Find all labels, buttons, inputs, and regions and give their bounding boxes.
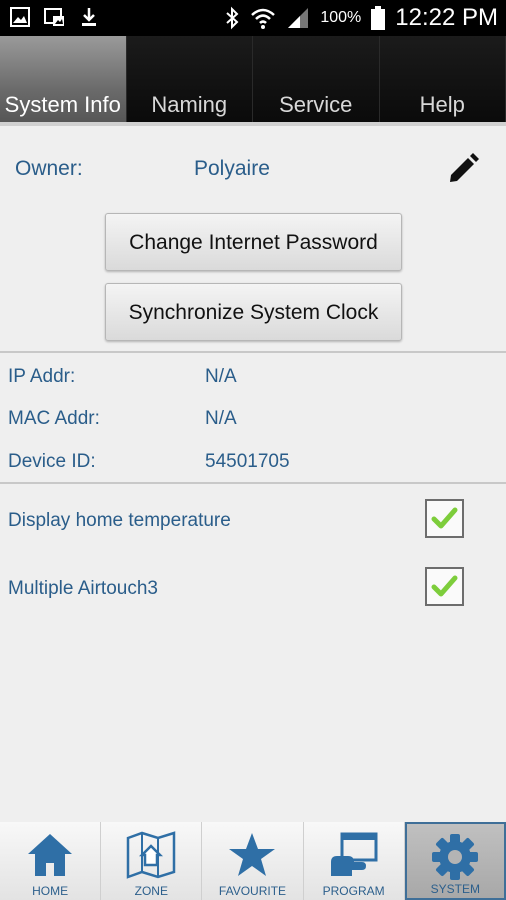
checkmark-icon (431, 507, 458, 529)
device-id-value: 54501705 (205, 451, 290, 472)
divider (0, 351, 506, 353)
change-internet-password-button[interactable]: Change Internet Password (105, 213, 402, 271)
zone-map-icon (127, 831, 176, 879)
synchronize-system-clock-button[interactable]: Synchronize System Clock (105, 283, 402, 341)
mac-addr-label: MAC Addr: (8, 408, 100, 429)
multiple-airtouch3-checkbox[interactable] (425, 567, 464, 606)
divider (0, 482, 506, 484)
owner-label: Owner: (15, 157, 83, 180)
battery-icon (371, 6, 386, 30)
nav-program[interactable]: PROGRAM (303, 822, 405, 900)
clock: 12:22 PM (395, 4, 498, 31)
nav-zone[interactable]: ZONE (101, 822, 203, 900)
checkmark-icon (431, 575, 458, 597)
home-icon (28, 834, 73, 876)
display-home-temperature-checkbox[interactable] (425, 499, 464, 538)
owner-value: Polyaire (194, 157, 270, 180)
gear-icon (432, 834, 479, 880)
nav-home[interactable]: HOME (0, 822, 102, 900)
tab-service[interactable]: Service (253, 36, 380, 124)
program-icon (330, 832, 378, 876)
bluetooth-icon (226, 6, 239, 30)
gallery-icon (10, 7, 30, 27)
pencil-icon (450, 153, 479, 182)
tab-underline (0, 122, 506, 126)
star-icon (229, 833, 276, 876)
status-bar: 100% 12:22 PM (0, 0, 506, 36)
screenshot-icon (44, 8, 64, 26)
bottom-navigation: HOME ZONE FAVOURITE PROGRAM SYSTEM (0, 822, 506, 900)
tab-system-info[interactable]: System Info (0, 36, 127, 124)
signal-icon (288, 8, 309, 28)
device-id-label: Device ID: (8, 451, 96, 472)
edit-owner-button[interactable] (446, 152, 480, 186)
nav-system[interactable]: SYSTEM (404, 822, 506, 900)
wifi-icon (251, 8, 276, 29)
tab-help[interactable]: Help (379, 36, 506, 124)
ip-addr-value: N/A (205, 366, 237, 387)
battery-percent: 100% (320, 9, 362, 26)
display-home-temperature-label: Display home temperature (8, 510, 231, 531)
tab-bar: System Info Naming Service Help (0, 36, 506, 124)
multiple-airtouch3-label: Multiple Airtouch3 (8, 578, 158, 599)
nav-favourite[interactable]: FAVOURITE (202, 822, 304, 900)
download-icon (82, 8, 96, 26)
mac-addr-value: N/A (205, 408, 237, 429)
ip-addr-label: IP Addr: (8, 366, 76, 387)
tab-naming[interactable]: Naming (126, 36, 253, 124)
